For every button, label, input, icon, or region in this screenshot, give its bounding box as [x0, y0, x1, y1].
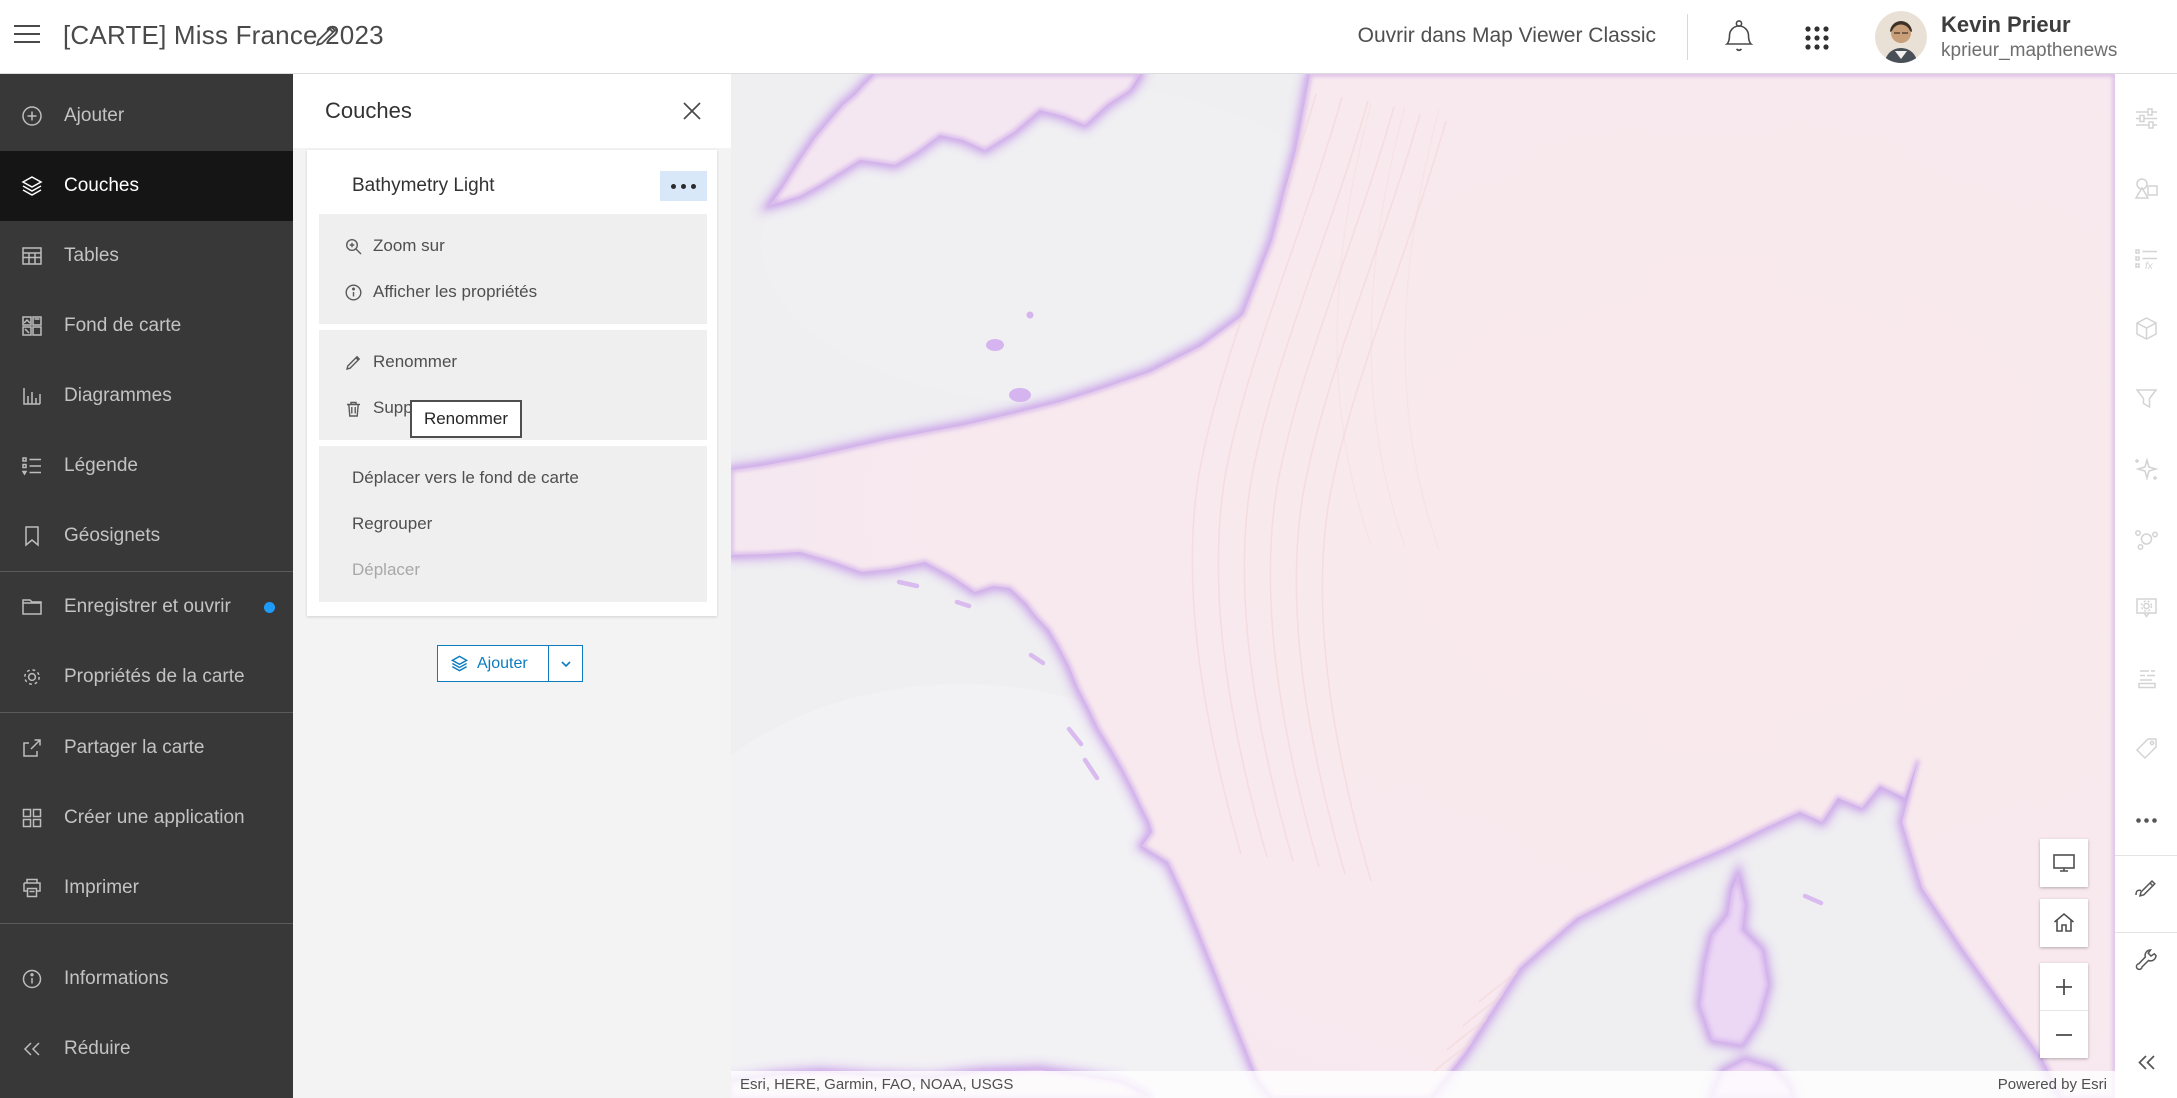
tools-wrench-icon[interactable]	[2133, 947, 2160, 974]
layer-menu-section: Déplacer vers le fond de carte Regrouper…	[319, 446, 707, 602]
bar-chart-icon	[20, 384, 44, 408]
printer-icon	[20, 876, 44, 900]
sidebar-item-legende[interactable]: Légende	[0, 431, 293, 501]
screen-extent-button[interactable]	[2040, 839, 2088, 887]
properties-sliders-icon[interactable]	[2133, 105, 2160, 132]
sidebar-item-ajouter[interactable]: Ajouter	[0, 81, 293, 151]
right-settings-toolbar: fx	[2115, 74, 2177, 1098]
edit-pencil-icon[interactable]	[2133, 873, 2160, 900]
menu-item-deplacer: Déplacer	[352, 560, 421, 579]
notifications-bell-icon[interactable]	[1722, 19, 1756, 55]
effects-cube-icon[interactable]	[2133, 315, 2160, 342]
filter-funnel-icon[interactable]	[2133, 385, 2160, 412]
aggregation-cluster-icon[interactable]	[2133, 525, 2160, 552]
pencil-icon	[344, 353, 363, 372]
layers-panel: Couches Bathymetry Light Zoom sur Affich…	[293, 74, 731, 1098]
unsaved-dot-badge	[264, 601, 275, 613]
add-layer-button[interactable]: Ajouter	[437, 645, 583, 682]
hamburger-menu-icon[interactable]	[14, 25, 40, 49]
chevron-down-icon[interactable]	[548, 646, 582, 681]
sidebar-item-diagrammes[interactable]: Diagrammes	[0, 361, 293, 431]
sidebar-item-fond-de-carte[interactable]: Fond de carte	[0, 291, 293, 361]
home-icon	[2053, 912, 2075, 932]
open-in-classic-link[interactable]: Ouvrir dans Map Viewer Classic	[1358, 24, 1656, 48]
sidebar-item-partager[interactable]: Partager la carte	[0, 713, 293, 783]
gear-icon	[20, 665, 44, 689]
sidebar-item-informations[interactable]: Informations	[0, 944, 293, 1014]
app-grid-icon	[20, 806, 44, 830]
sidebar-item-creer-application[interactable]: Créer une application	[0, 783, 293, 853]
powered-by-esri: Powered by Esri	[1997, 1076, 2107, 1093]
layer-card: Bathymetry Light Zoom sur Afficher les p…	[307, 150, 717, 616]
sidebar-item-imprimer[interactable]: Imprimer	[0, 853, 293, 923]
basemap-icon	[20, 314, 44, 338]
effects-sparkle-icon[interactable]	[2133, 455, 2160, 482]
topbar-divider	[1687, 14, 1688, 60]
sidebar-item-reduire[interactable]: Réduire	[0, 1014, 293, 1084]
home-button[interactable]	[2040, 899, 2088, 947]
add-button-label: Ajouter	[477, 654, 528, 672]
info-icon	[344, 283, 363, 302]
fields-fx-icon[interactable]: fx	[2133, 245, 2160, 272]
zoom-in-button[interactable]	[2040, 963, 2088, 1010]
trash-icon	[344, 399, 363, 418]
menu-item-deplacer-fond[interactable]: Déplacer vers le fond de carte	[319, 455, 707, 501]
zoom-to-icon	[344, 237, 363, 256]
close-icon[interactable]	[679, 98, 705, 124]
zoom-out-button[interactable]	[2040, 1011, 2088, 1058]
menu-item-renommer[interactable]: Renommer	[319, 339, 707, 385]
layer-name: Bathymetry Light	[352, 175, 495, 196]
layers-icon	[450, 654, 469, 673]
sidebar-item-enregistrer[interactable]: Enregistrer et ouvrir	[0, 572, 293, 642]
top-bar: [CARTE] Miss France 2023 Ouvrir dans Map…	[0, 0, 2177, 74]
sidebar-item-tables[interactable]: Tables	[0, 221, 293, 291]
zoom-controls	[2040, 963, 2088, 1058]
svg-text:fx: fx	[2145, 261, 2154, 272]
layer-row[interactable]: Bathymetry Light	[307, 150, 717, 214]
map-attribution-bar: Esri, HERE, Garmin, FAO, NOAA, USGS Powe…	[731, 1071, 2115, 1098]
plus-circle-icon	[20, 104, 44, 128]
map-canvas[interactable]: Esri, HERE, Garmin, FAO, NOAA, USGS Powe…	[731, 74, 2115, 1098]
user-avatar[interactable]	[1875, 11, 1927, 63]
app-launcher-grid-icon[interactable]	[1803, 24, 1831, 52]
map-viewer-app: [CARTE] Miss France 2023 Ouvrir dans Map…	[0, 0, 2177, 1098]
renommer-tooltip: Renommer	[410, 400, 522, 438]
collapse-icon	[20, 1037, 44, 1061]
sidebar-item-proprietes[interactable]: Propriétés de la carte	[0, 642, 293, 712]
layer-menu-section: Zoom sur Afficher les propriétés	[319, 214, 707, 324]
legend-icon	[20, 454, 44, 478]
bathymetry-basemap	[731, 74, 2115, 1098]
save-icon	[20, 595, 44, 619]
bookmark-icon	[20, 524, 44, 548]
layers-icon	[20, 174, 44, 198]
menu-item-regrouper[interactable]: Regrouper	[319, 501, 707, 547]
styles-shapes-icon[interactable]	[2133, 175, 2160, 202]
rail-divider	[2115, 932, 2177, 933]
layer-options-button[interactable]	[660, 171, 707, 201]
share-icon	[20, 736, 44, 760]
collapse-chevrons-icon[interactable]	[2133, 1049, 2160, 1076]
monitor-icon	[2053, 854, 2075, 872]
sidebar-item-geosignets[interactable]: Géosignets	[0, 501, 293, 571]
info-icon	[20, 967, 44, 991]
layers-panel-header: Couches	[293, 74, 731, 148]
labels-tag-icon[interactable]	[2133, 735, 2160, 762]
more-dots-icon[interactable]	[2133, 807, 2160, 834]
left-sidebar: Ajouter Couches Tables Fond de carte Dia…	[0, 74, 293, 1098]
sidebar-item-couches[interactable]: Couches	[0, 151, 293, 221]
popups-gear-icon[interactable]	[2133, 595, 2160, 622]
table-icon	[20, 244, 44, 268]
user-username: kprieur_mapthenews	[1941, 40, 2118, 61]
panel-title: Couches	[325, 98, 412, 123]
edit-title-pencil-icon[interactable]	[312, 22, 340, 50]
menu-item-zoom-sur[interactable]: Zoom sur	[319, 223, 707, 269]
forms-lines-icon[interactable]	[2133, 665, 2160, 692]
menu-item-afficher-proprietes[interactable]: Afficher les propriétés	[319, 269, 707, 315]
attribution-text: Esri, HERE, Garmin, FAO, NOAA, USGS	[740, 1076, 1014, 1093]
user-name: Kevin Prieur	[1941, 12, 2071, 37]
rail-divider	[2115, 855, 2177, 856]
